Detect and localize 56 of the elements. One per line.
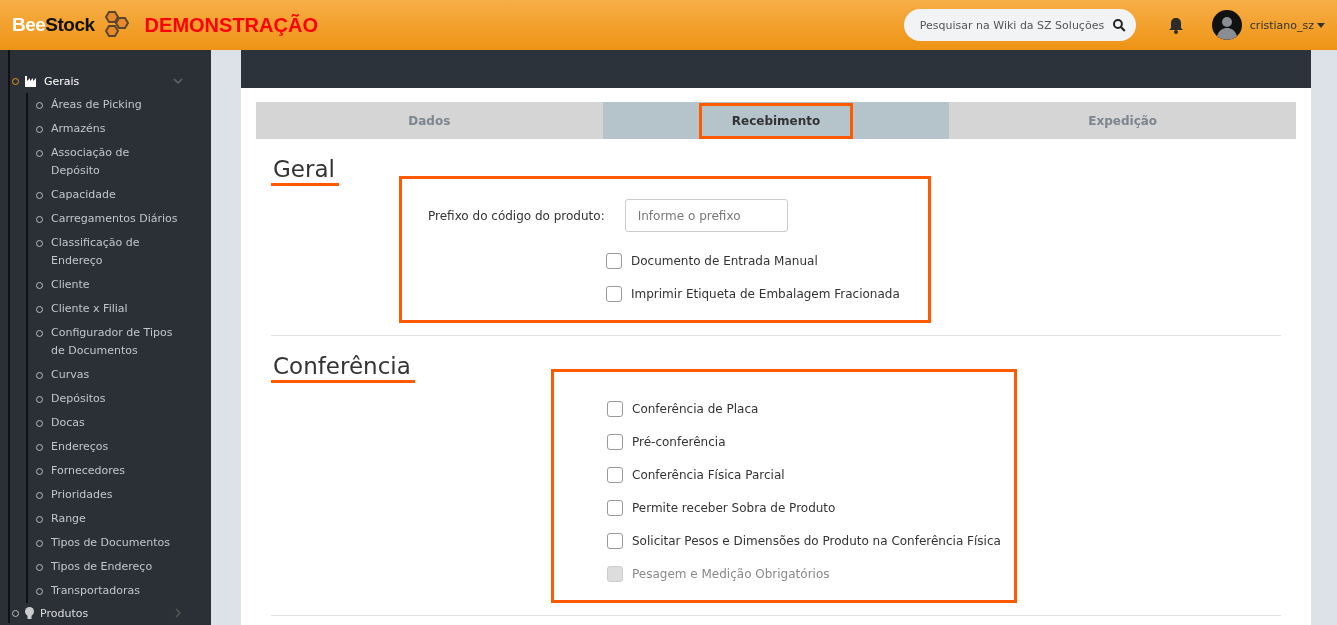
field-label: Prefixo do código do produto:	[428, 208, 605, 223]
checkbox[interactable]	[607, 532, 623, 549]
menu-item[interactable]: Áreas de Picking	[51, 96, 180, 114]
avatar-icon[interactable]	[1211, 10, 1242, 40]
menu-item[interactable]: Armazéns	[51, 120, 180, 138]
menu-item[interactable]: Produtos	[12, 603, 211, 623]
checkbox-label: Solicitar Pesos e Dimensões do Produto na Conferência Física	[632, 533, 1001, 548]
section-title: Conferência	[271, 352, 415, 383]
menu-item[interactable]: Endereços	[51, 438, 180, 456]
menu-label: Gerais	[44, 74, 81, 88]
menu-item[interactable]: Classificação de Endereço	[51, 234, 180, 270]
factory-icon	[25, 75, 38, 87]
checkbox[interactable]	[607, 433, 623, 450]
checkbox-label: Documento de Entrada Manual	[631, 253, 818, 268]
checkbox[interactable]	[607, 499, 623, 516]
menu-item[interactable]: Fornecedores	[51, 462, 180, 480]
checkbox-label: Conferência de Placa	[632, 401, 759, 416]
chevron-icon	[173, 608, 183, 618]
menu-item[interactable]: Depósitos	[51, 390, 180, 408]
chevron-icon	[173, 77, 183, 85]
checkbox-label: Pré-conferência	[632, 434, 726, 449]
lightbulb-icon	[25, 607, 34, 619]
section-title: Geral	[271, 155, 339, 186]
menu-item[interactable]: Cliente x Filial	[51, 300, 180, 318]
checkbox-label: Imprimir Etiqueta de Embalagem Fracionada	[631, 286, 900, 301]
bell-icon[interactable]	[1167, 16, 1184, 34]
checkbox[interactable]	[607, 400, 623, 417]
menu-item[interactable]: Tipos de Documentos	[51, 534, 180, 552]
menu-item[interactable]: Capacidade	[51, 186, 180, 204]
menu-item[interactable]: Carregamentos Diários	[51, 210, 180, 228]
tab[interactable]: Recebimento	[602, 102, 950, 139]
checkbox[interactable]	[607, 466, 623, 483]
logo-text: BeeStock	[12, 14, 95, 36]
checkbox-label: Permite receber Sobra de Produto	[632, 500, 836, 515]
input-field[interactable]: Informe o prefixo	[624, 199, 788, 232]
search-input[interactable]: Pesquisar na Wiki da SZ Soluções	[919, 18, 1113, 32]
menu-item[interactable]: Curvas	[51, 366, 180, 384]
checkbox-label: Pesagem e Medição Obrigatórios	[632, 566, 830, 581]
menu-item[interactable]: Docas	[51, 414, 180, 432]
checkbox[interactable]	[606, 285, 622, 302]
menu-item[interactable]: Cliente	[51, 276, 180, 294]
menu-item[interactable]: Configurador de Tipos de Documentos	[51, 324, 180, 360]
menu-label: Produtos	[40, 606, 90, 620]
menu-item[interactable]: Tipos de Endereço	[51, 558, 180, 576]
menu-item[interactable]: Transportadoras	[51, 582, 180, 600]
search-icon	[1113, 18, 1126, 32]
menu-item[interactable]: Prioridades	[51, 486, 180, 504]
search-field[interactable]: Pesquisar na Wiki da SZ Soluções	[903, 9, 1136, 41]
checkbox-label: Conferência Física Parcial	[632, 467, 785, 482]
menu-item[interactable]: Range	[51, 510, 180, 528]
checkbox[interactable]	[606, 252, 622, 269]
menu-item[interactable]: Associação de Depósito	[51, 144, 180, 180]
user-menu[interactable]: cristiano_sz	[1249, 18, 1325, 32]
demo-label: DEMONSTRAÇÃO	[144, 13, 318, 37]
menu-item[interactable]: Gerais	[12, 69, 211, 93]
caret-icon	[1317, 22, 1325, 28]
